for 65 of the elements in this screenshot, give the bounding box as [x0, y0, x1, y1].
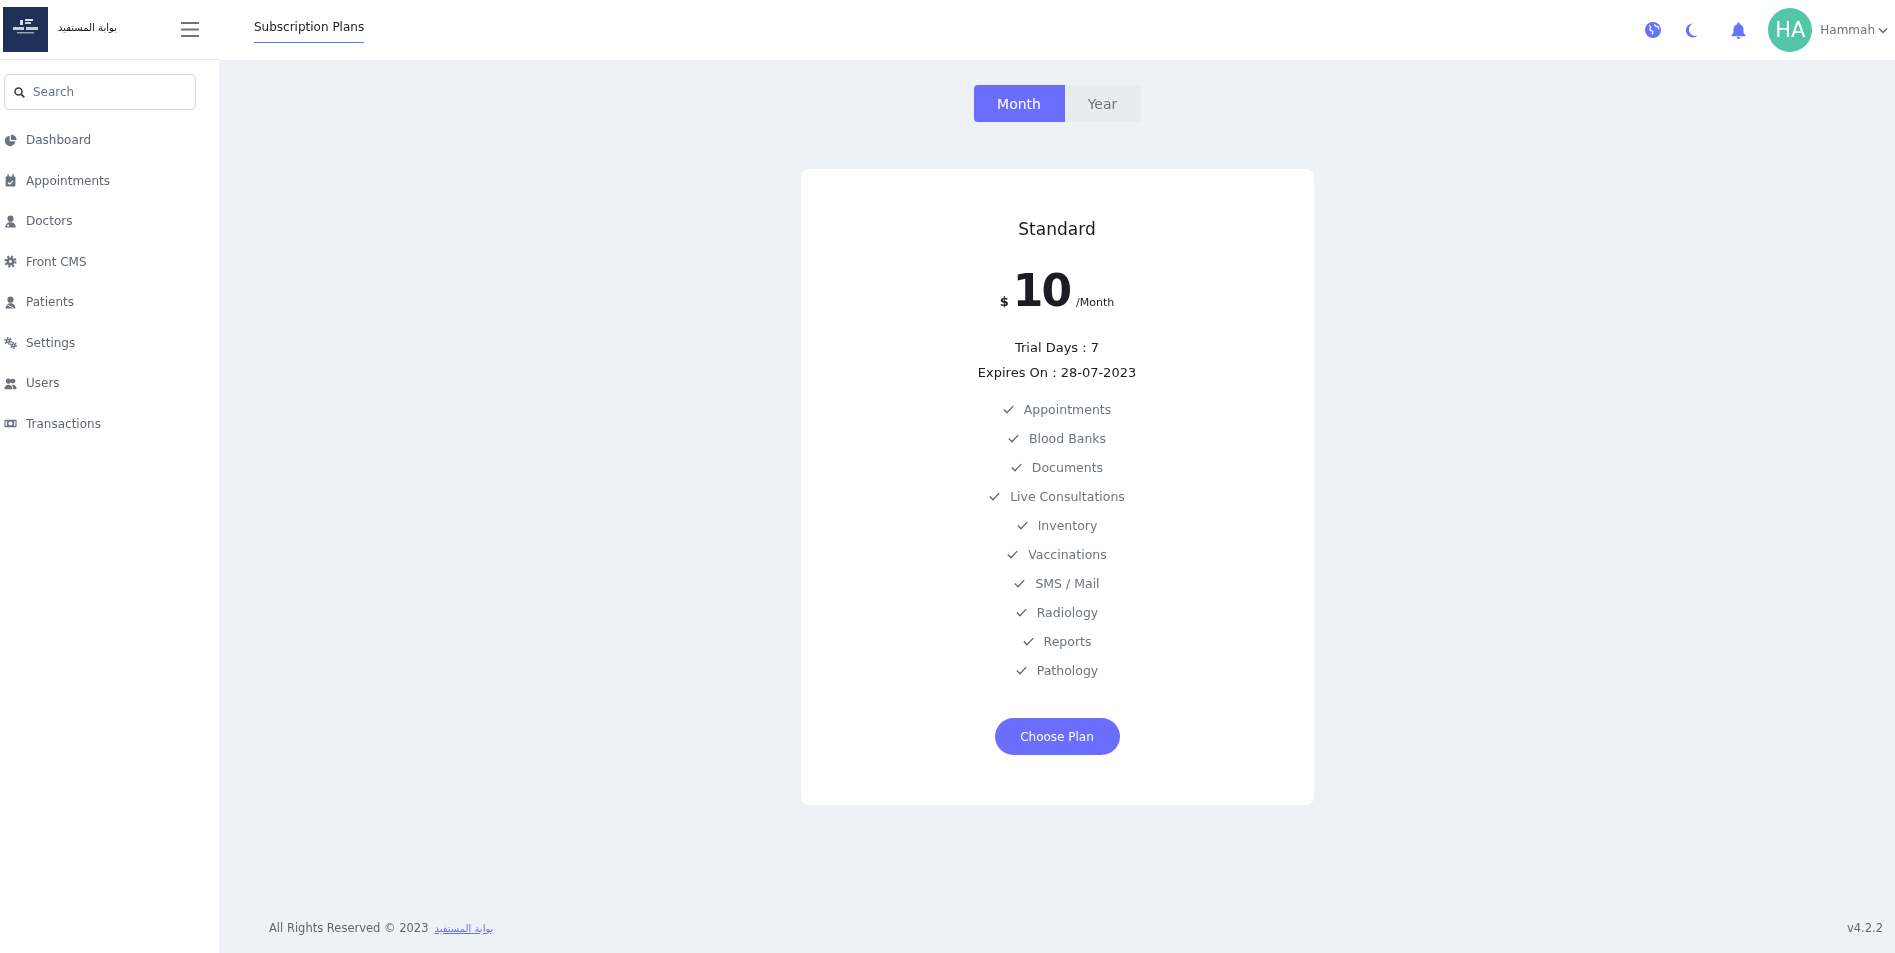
- feature-label: Inventory: [1037, 518, 1098, 533]
- plan-name: Standard: [1018, 219, 1096, 239]
- users-icon: [4, 376, 17, 390]
- choose-plan-button[interactable]: Choose Plan: [994, 718, 1120, 755]
- feature-label: Reports: [1043, 634, 1092, 649]
- check-icon: [1007, 550, 1019, 559]
- feature-label: Blood Banks: [1028, 431, 1107, 446]
- check-icon: [1015, 666, 1027, 675]
- sidebar-item-label: Doctors: [26, 214, 73, 229]
- globe-icon[interactable]: [1645, 22, 1662, 38]
- moon-icon[interactable]: [1685, 22, 1699, 38]
- feature-label: Vaccinations: [1028, 547, 1107, 562]
- price-amount: 10: [1012, 269, 1071, 313]
- sidebar-item[interactable]: Appointments: [4, 160, 219, 201]
- sidebar-item-label: Patients: [26, 295, 75, 310]
- check-icon: [1002, 405, 1014, 414]
- sidebar-item-label: Dashboard: [26, 133, 92, 148]
- chevron-down-icon[interactable]: [1878, 26, 1888, 34]
- feature-label: Pathology: [1036, 663, 1099, 678]
- sidebar-item[interactable]: Users: [4, 363, 219, 404]
- feature-label: SMS / Mail: [1035, 576, 1100, 591]
- feature-label: Documents: [1031, 460, 1104, 475]
- page-tab[interactable]: Subscription Plans: [254, 15, 365, 43]
- currency-symbol: $: [999, 294, 1009, 309]
- trial-days: Trial Days : 7: [1014, 335, 1100, 360]
- copyright-text: All Rights Reserved © 2023: [269, 921, 429, 935]
- sidebar-item[interactable]: Patients: [4, 282, 219, 323]
- sidebar-item-label: Front CMS: [26, 254, 87, 269]
- bell-icon[interactable]: [1731, 21, 1747, 39]
- gears-icon: [4, 336, 17, 350]
- feature-label: Live Consultations: [1010, 489, 1125, 504]
- search-field[interactable]: Search: [4, 74, 196, 110]
- sidebar-item-label: Users: [26, 376, 60, 391]
- version-text: v4.2.2: [1846, 921, 1883, 935]
- check-icon: [1016, 521, 1028, 530]
- logo-icon: [3, 7, 48, 52]
- check-icon: [1015, 608, 1027, 617]
- calendar-check-icon: [4, 174, 17, 188]
- feature-label: Radiology: [1036, 605, 1099, 620]
- sidebar-item-label: Transactions: [26, 416, 101, 431]
- feature-label: Appointments: [1023, 402, 1112, 417]
- user-menu-button[interactable]: Hammah: [1820, 23, 1888, 37]
- check-icon: [1010, 463, 1022, 472]
- sidebar-item[interactable]: Doctors: [4, 201, 219, 242]
- user-icon: [4, 214, 17, 228]
- footer-link[interactable]: بوابة المستفيد: [434, 922, 494, 934]
- check-icon: [989, 492, 1001, 501]
- sidebar-item-label: Settings: [26, 335, 76, 350]
- sidebar-item[interactable]: Front CMS: [4, 241, 219, 282]
- sidebar-item[interactable]: Dashboard: [4, 120, 219, 161]
- sidebar-item[interactable]: Transactions: [4, 403, 219, 444]
- expiry-date: Expires On : 28-07-2023: [977, 364, 1137, 382]
- price-period: /Month: [1076, 296, 1115, 309]
- pie-chart-icon: [4, 133, 17, 147]
- sidebar-item[interactable]: Settings: [4, 322, 219, 363]
- gear-icon: [4, 255, 17, 269]
- sidebar-item-label: Appointments: [26, 173, 111, 188]
- brand-name: بوابة المستفيد: [58, 22, 117, 33]
- check-icon: [1022, 637, 1034, 646]
- billing-period-tab[interactable]: Month: [973, 85, 1065, 122]
- menu-icon[interactable]: [181, 22, 199, 37]
- person-icon: [4, 295, 17, 309]
- check-icon: [1007, 434, 1019, 443]
- check-icon: [1014, 579, 1026, 588]
- search-icon: [14, 86, 25, 98]
